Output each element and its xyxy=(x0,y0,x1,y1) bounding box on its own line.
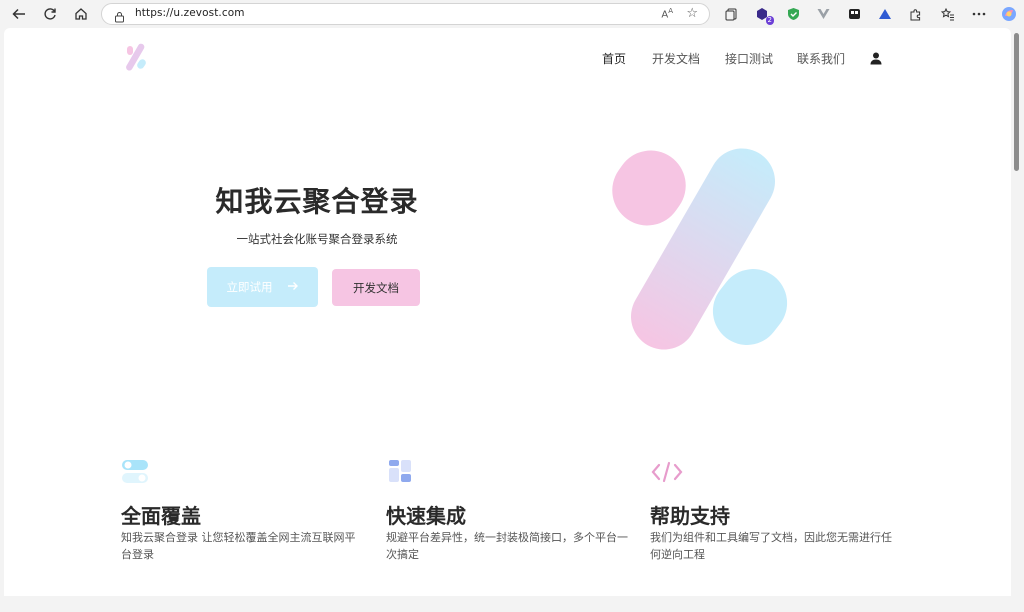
nav-dev-docs[interactable]: 开发文档 xyxy=(652,50,700,67)
page-bottom-strip xyxy=(0,596,1011,612)
scrollbar-thumb[interactable] xyxy=(1014,33,1019,171)
lock-icon xyxy=(114,8,125,27)
copilot-icon[interactable] xyxy=(1000,5,1018,23)
extension-cube-icon[interactable]: 2 xyxy=(753,5,774,25)
arrow-right-icon xyxy=(287,280,299,294)
more-menu-icon[interactable] xyxy=(970,5,988,23)
collections-icon[interactable] xyxy=(722,5,740,23)
web-page: 首页 开发文档 接口测试 联系我们 知我云聚合登录 一站式社会化账号聚合登录系统… xyxy=(4,28,1011,596)
feature-desc: 知我云聚合登录 让您轻松覆盖全网主流互联网平台登录 xyxy=(121,531,356,561)
home-icon[interactable] xyxy=(70,3,92,25)
nav-contact[interactable]: 联系我们 xyxy=(797,50,845,67)
feature-title: 全面覆盖 xyxy=(121,504,201,528)
layout-blocks-icon xyxy=(386,458,414,490)
try-now-button[interactable]: 立即试用 xyxy=(207,267,318,307)
hero-illustration xyxy=(610,144,800,358)
address-bar[interactable]: https://u.zevost.com AA ☆ xyxy=(101,3,710,25)
url-text[interactable]: https://u.zevost.com xyxy=(135,7,245,19)
feature-desc: 规避平台差异性，统一封装极简接口，多个平台一次搞定 xyxy=(386,531,628,561)
feature-title: 帮助支持 xyxy=(650,504,730,528)
docs-button[interactable]: 开发文档 xyxy=(332,269,420,306)
user-icon[interactable] xyxy=(870,50,882,69)
browser-toolbar: https://u.zevost.com AA ☆ 2 xyxy=(0,0,1024,28)
code-icon xyxy=(650,458,684,490)
vue-devtools-icon[interactable] xyxy=(814,5,832,23)
feature-title: 快速集成 xyxy=(386,504,466,528)
reload-icon[interactable] xyxy=(39,3,61,25)
favorite-star-icon[interactable]: ☆ xyxy=(686,6,698,21)
media-extension-icon[interactable] xyxy=(845,5,863,23)
feature-desc: 我们为组件和工具编写了文档，因此您无需进行任何逆向工程 xyxy=(650,531,892,561)
puzzle-extensions-icon[interactable] xyxy=(906,5,924,23)
triangle-extension-icon[interactable] xyxy=(876,5,894,23)
docs-button-label: 开发文档 xyxy=(353,280,399,295)
back-icon[interactable] xyxy=(8,3,30,25)
shield-extension-icon[interactable] xyxy=(784,5,802,23)
site-logo[interactable] xyxy=(122,42,150,76)
try-now-label: 立即试用 xyxy=(226,280,273,294)
read-aloud-icon[interactable]: AA xyxy=(661,7,673,20)
extension-badge: 2 xyxy=(765,16,774,25)
toggle-icon xyxy=(121,458,149,490)
nav-api-test[interactable]: 接口测试 xyxy=(725,50,773,67)
nav-home[interactable]: 首页 xyxy=(602,50,626,67)
hero-title: 知我云聚合登录 xyxy=(215,185,419,218)
hero-subtitle: 一站式社会化账号聚合登录系统 xyxy=(236,232,398,246)
favorites-list-icon[interactable] xyxy=(939,5,957,23)
